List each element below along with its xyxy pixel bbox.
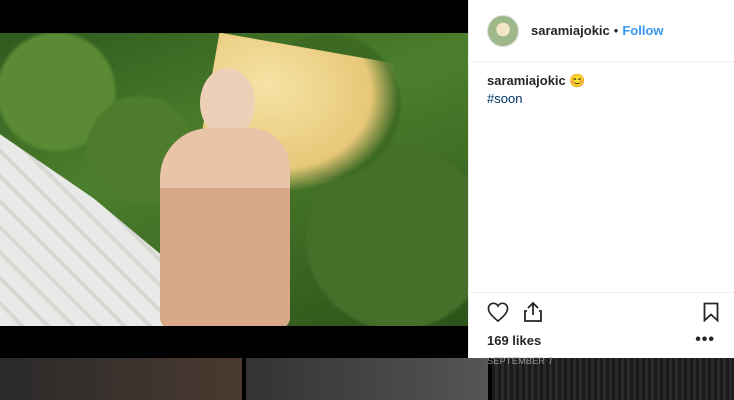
post-media[interactable] <box>0 0 468 358</box>
separator-dot: • <box>613 23 619 38</box>
caption-emoji: 😊 <box>569 73 586 88</box>
post-header: saramiajokic • Follow <box>469 0 734 62</box>
heart-outline-icon[interactable] <box>487 302 509 322</box>
related-thumb[interactable] <box>0 358 242 400</box>
hashtag-link[interactable]: #soon <box>487 90 716 108</box>
related-thumb[interactable] <box>246 358 488 400</box>
action-bar: 169 likes ••• SEPTEMBER 7 <box>469 292 734 366</box>
caption: saramiajokic 😊 #soon <box>469 62 734 118</box>
likes-count[interactable]: 169 likes <box>487 333 541 348</box>
bookmark-icon[interactable] <box>703 302 719 322</box>
caption-username[interactable]: saramiajokic <box>487 73 566 88</box>
post-date: SEPTEMBER 7 <box>487 356 554 366</box>
follow-button[interactable]: Follow <box>622 23 663 38</box>
post-details-panel: saramiajokic • Follow saramiajokic 😊 #so… <box>468 0 734 366</box>
post-photo <box>0 33 468 326</box>
username-link[interactable]: saramiajokic <box>531 23 610 38</box>
person-figure <box>160 128 290 326</box>
white-wall <box>0 134 170 326</box>
more-dots-icon[interactable]: ••• <box>695 331 715 349</box>
avatar[interactable] <box>487 14 519 47</box>
share-icon[interactable] <box>523 301 543 323</box>
